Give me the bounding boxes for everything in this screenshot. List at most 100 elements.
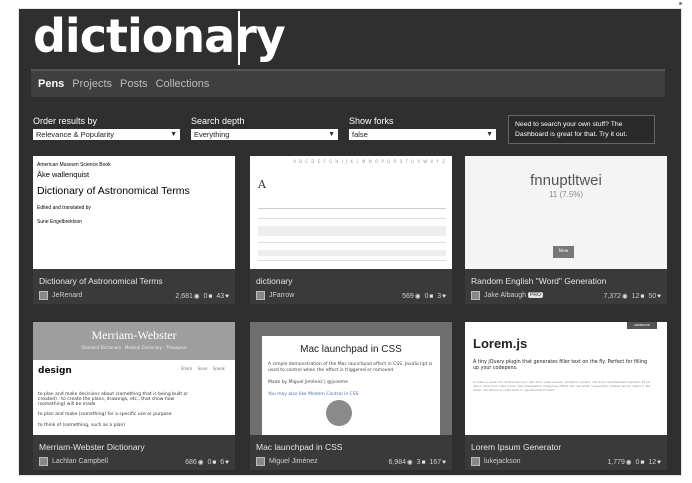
pen-preview[interactable]: A B C D E F G H I J K L M N O P Q R S T … (250, 156, 452, 269)
tab-posts[interactable]: Posts (120, 78, 148, 90)
comment-icon[interactable]: ■ (212, 459, 216, 466)
order-select-value: Relevance & Popularity (36, 130, 114, 139)
tab-collections[interactable]: Collections (156, 78, 210, 90)
pen-preview[interactable]: Mac launchpad in CSS A simple demonstrat… (250, 322, 452, 435)
eye-icon: ◉ (197, 459, 204, 466)
pen-title[interactable]: Merriam-Webster Dictionary (39, 442, 145, 452)
heart-icon[interactable]: ♥ (225, 293, 229, 300)
pen-preview[interactable]: Merriam-Webster Standard Dictionary · Me… (33, 322, 235, 435)
author-name[interactable]: Miguel Jiménez (269, 458, 318, 465)
pen-meta: lukejackson 1,779◉ 0■ 12♥ (471, 457, 663, 469)
pen-preview[interactable]: fnnuptltwei 11 (7.5%) New (465, 156, 667, 269)
heart-icon[interactable]: ♥ (442, 459, 446, 466)
pen-meta: JeRenard 2,681◉ 0■ 43♥ (39, 291, 231, 303)
page-header: dictionary (19, 9, 681, 69)
preview-heading: Mac launchpad in CSS (300, 344, 402, 355)
avatar[interactable] (39, 291, 48, 300)
tab-projects[interactable]: Projects (72, 78, 112, 90)
title-divider (238, 11, 240, 65)
avatar[interactable] (256, 457, 265, 466)
rocket-icon (326, 400, 352, 426)
eye-icon: ◉ (414, 293, 421, 300)
pen-preview[interactable]: GENERATE Lorem.js A tiny jQuery plugin t… (465, 322, 667, 435)
pen-card[interactable]: fnnuptltwei 11 (7.5%) New Random English… (465, 156, 667, 304)
pen-title[interactable]: Mac launchpad in CSS (256, 442, 342, 452)
pen-title[interactable]: Dictionary of Astronomical Terms (39, 276, 163, 286)
view-count: 2,681 (175, 293, 193, 300)
avatar[interactable] (39, 457, 48, 466)
depth-select-value: Everything (194, 130, 230, 139)
pen-title[interactable]: Lorem Ipsum Generator (471, 442, 561, 452)
pen-card[interactable]: GENERATE Lorem.js A tiny jQuery plugin t… (465, 322, 667, 470)
pen-card[interactable]: Mac launchpad in CSS A simple demonstrat… (250, 322, 452, 470)
order-select[interactable]: Relevance & Popularity ▼ (33, 129, 180, 140)
preview-text-block (258, 226, 446, 236)
comment-icon[interactable]: ■ (429, 293, 433, 300)
pen-preview[interactable]: American Museum Science Book Åke wallenq… (33, 156, 235, 269)
filter-forks-label: Show forks (349, 116, 394, 126)
eye-icon: ◉ (625, 459, 632, 466)
comment-count: 0 (635, 459, 640, 466)
author-name[interactable]: JeRenard (52, 292, 82, 299)
author-name[interactable]: Lachlan Campbell (52, 458, 108, 465)
pen-stats: 2,681◉ 0■ 43♥ (175, 292, 231, 300)
view-count: 6,984 (388, 459, 407, 466)
comment-icon[interactable]: ■ (640, 293, 644, 300)
eye-icon: ◉ (193, 293, 200, 300)
pen-card[interactable]: American Museum Science Book Åke wallenq… (33, 156, 235, 304)
like-count: 43 (216, 293, 225, 300)
preview-credit: Made by Miguel Jiménez | @jcoeme (268, 380, 348, 385)
corner-mark (679, 2, 682, 5)
eye-icon: ◉ (407, 459, 413, 466)
heart-icon[interactable]: ♥ (657, 459, 661, 466)
pen-stats: 569◉ 0■ 3♥ (402, 292, 448, 300)
pen-card[interactable]: A B C D E F G H I J K L M N O P Q R S T … (250, 156, 452, 304)
heart-icon[interactable]: ♥ (225, 459, 229, 466)
preview-description: A tiny jQuery plugin that generates fill… (473, 360, 648, 371)
comment-icon[interactable]: ■ (640, 459, 644, 466)
generate-button: GENERATE (627, 322, 657, 329)
pen-card[interactable]: Merriam-Webster Standard Dictionary · Me… (33, 322, 235, 470)
preview-definition: to plan and make decisions about (someth… (38, 392, 189, 407)
pen-stats: 7,372◉ 12■ 50♥ (604, 292, 664, 300)
depth-select[interactable]: Everything ▼ (191, 129, 338, 140)
filter-order-label: Order results by (33, 116, 98, 126)
avatar[interactable] (471, 291, 480, 300)
tab-pens[interactable]: Pens (38, 78, 64, 90)
comment-count: 0 (203, 293, 208, 300)
comment-icon[interactable]: ■ (208, 293, 212, 300)
preview-text-block (258, 250, 446, 256)
pen-title[interactable]: dictionary (256, 276, 292, 286)
filter-order: Order results by Relevance & Popularity ▼ (33, 116, 180, 140)
like-count: 6 (220, 459, 225, 466)
dashboard-hint-line1: Need to search your own stuff? The (515, 121, 623, 128)
preview-alphabet: A B C D E F G H I J K L M N O P Q R S T … (293, 159, 446, 164)
heart-icon[interactable]: ♥ (442, 293, 446, 300)
comment-count: 12 (631, 293, 640, 300)
avatar[interactable] (471, 457, 480, 466)
author-name[interactable]: lukejackson (484, 458, 521, 465)
forks-select[interactable]: false ▼ (349, 129, 496, 140)
forks-select-value: false (352, 130, 368, 139)
preview-actions: Share Save Speak (180, 366, 225, 371)
divider (258, 260, 446, 261)
preview-definition: to plan and make (something) for a speci… (38, 412, 172, 417)
dashboard-hint[interactable]: Need to search your own stuff? The Dashb… (508, 115, 655, 144)
view-count: 7,372 (603, 293, 622, 300)
new-button[interactable]: New (553, 246, 574, 258)
filter-forks: Show forks false ▼ (349, 116, 496, 140)
filter-depth: Search depth Everything ▼ (191, 116, 338, 140)
like-count: 50 (648, 293, 657, 300)
comment-icon[interactable]: ■ (422, 459, 426, 466)
divider (258, 218, 446, 219)
author-name[interactable]: JFarrow (269, 292, 294, 299)
heart-icon[interactable]: ♥ (657, 293, 661, 300)
pen-meta: Jake Albaugh PRO 7,372◉ 12■ 50♥ (471, 291, 663, 303)
preview-line: Sune Engelbrektson (37, 219, 83, 225)
preview-filler-text: In nulla eu aute non dolore laborum, eli… (473, 380, 651, 392)
preview-heading: Merriam-Webster (91, 328, 177, 342)
filter-depth-label: Search depth (191, 116, 245, 126)
avatar[interactable] (256, 291, 265, 300)
pen-title[interactable]: Random English "Word" Generation (471, 276, 606, 286)
author-name[interactable]: Jake Albaugh PRO (484, 292, 543, 299)
